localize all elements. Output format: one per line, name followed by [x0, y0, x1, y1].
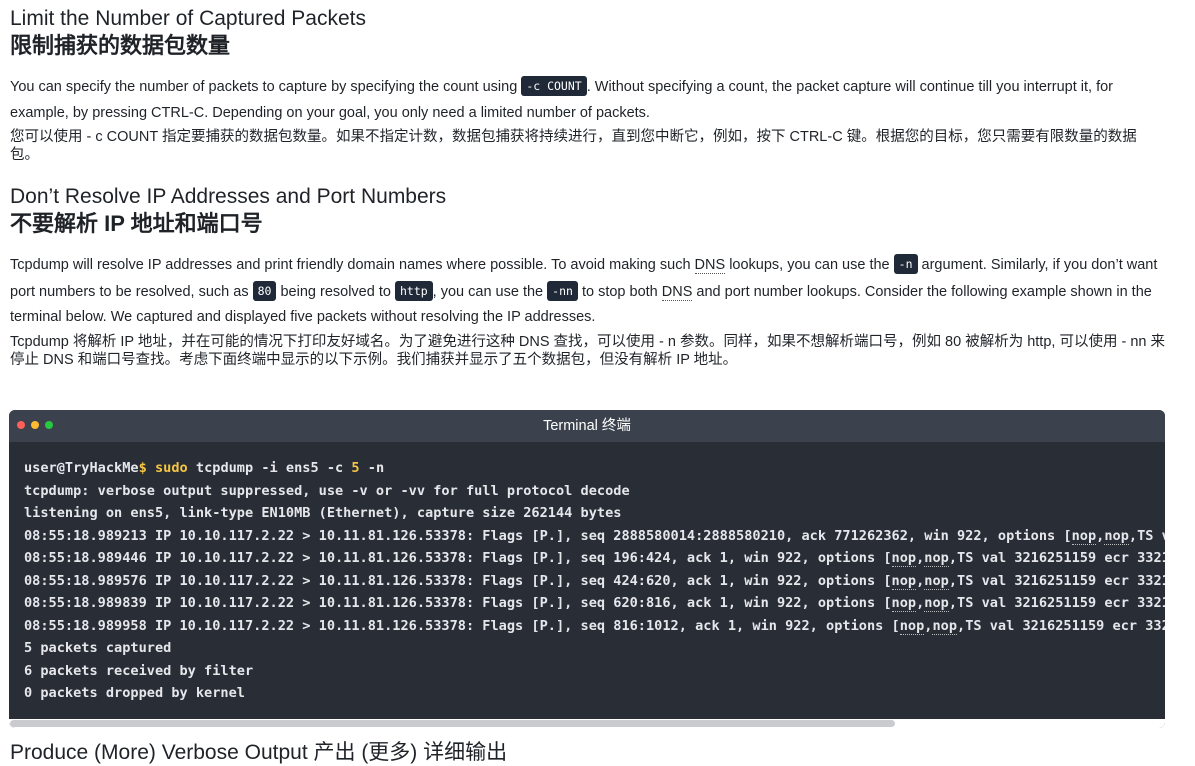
minimize-dot-icon [31, 421, 39, 429]
dns-abbr[interactable]: DNS [694, 257, 726, 274]
packet-text: ,TS val 3216251159 ecr 3321640213], leng… [948, 550, 1165, 566]
output-line: listening on ens5, link-type EN10MB (Eth… [24, 505, 622, 521]
close-dot-icon [17, 421, 25, 429]
inline-code-n: -n [893, 254, 918, 274]
section-title-partial: Produce (More) Verbose Output 产出 (更多) 详细… [10, 741, 508, 764]
nop-abbr: nop [924, 572, 949, 590]
packet-text: 08:55:18.989839 IP 10.10.117.2.22 > 10.1… [24, 595, 892, 611]
paragraph-en: You can specify the number of packets to… [10, 74, 1165, 126]
packet-line: 08:55:18.989576 IP 10.10.117.2.22 > 10.1… [24, 570, 1165, 593]
section-title-en: Limit the Number of Captured Packets [10, 7, 366, 30]
text: , you can use the [432, 283, 548, 300]
terminal-output[interactable]: user@TryHackMe$ sudo tcpdump -i ens5 -c … [9, 442, 1165, 705]
packet-line: 08:55:18.989958 IP 10.10.117.2.22 > 10.1… [24, 615, 1165, 638]
inline-code-nn: -nn [547, 280, 578, 301]
article-content: Limit the Number of Captured Packets 限制捕… [10, 0, 1165, 369]
dns-abbr[interactable]: DNS [661, 283, 693, 301]
packet-line: 08:55:18.989213 IP 10.10.117.2.22 > 10.1… [24, 525, 1165, 548]
inline-code-80: 80 [252, 280, 277, 301]
cmd-text: -n [359, 460, 385, 476]
cmd-sudo: sudo [154, 460, 188, 476]
paragraph-zh: Tcpdump 将解析 IP 地址，并在可能的情况下打印友好域名。为了避免进行这… [10, 333, 1166, 368]
packet-line: 08:55:18.989446 IP 10.10.117.2.22 > 10.1… [24, 547, 1165, 570]
paragraph-zh: 您可以使用 - c COUNT 指定要捕获的数据包数量。如果不指定计数，数据包捕… [10, 129, 1137, 163]
nop-abbr: nop [924, 550, 949, 567]
nop-abbr: nop [899, 617, 925, 635]
inline-code-count: -c COUNT [521, 76, 587, 96]
nop-abbr: nop [1104, 527, 1129, 545]
packet-text: ,TS val 3216251159 ecr 3321640213], leng… [957, 617, 1165, 634]
window-controls [17, 421, 53, 429]
terminal-title: Terminal 终端 [543, 418, 631, 434]
prompt-dollar: $ [138, 460, 147, 476]
output-line: 0 packets dropped by kernel [24, 685, 245, 701]
nop-abbr: nop [932, 617, 958, 635]
cmd-text: tcpdump -i ens5 -c [187, 460, 352, 476]
cmd-count: 5 [351, 460, 360, 476]
packet-text: ,TS val 3216251159 ecr 3321640213], leng… [1128, 527, 1165, 544]
section-dont-resolve: Don’t Resolve IP Addresses and Port Numb… [10, 184, 1165, 369]
scrollbar-thumb[interactable] [10, 720, 895, 727]
section-title-en: Don’t Resolve IP Addresses and Port Numb… [10, 185, 447, 208]
nop-abbr: nop [1071, 527, 1097, 545]
text: You can specify the number of packets to… [10, 79, 522, 95]
nop-abbr: nop [891, 572, 917, 590]
section-title-zh: 限制捕获的数据包数量 [10, 33, 231, 58]
section-title-zh: 不要解析 IP 地址和端口号 [10, 211, 263, 236]
text: being resolved to [276, 283, 395, 300]
packet-text: 08:55:18.989958 IP 10.10.117.2.22 > 10.1… [24, 617, 900, 634]
terminal-window: Terminal 终端 user@TryHackMe$ sudo tcpdump… [9, 410, 1165, 728]
output-line: tcpdump: verbose output suppressed, use … [24, 482, 630, 499]
maximize-dot-icon [45, 421, 53, 429]
inline-code-http: http [394, 280, 433, 301]
nop-abbr: nop [891, 550, 917, 567]
output-line: 5 packets captured [24, 640, 172, 656]
packet-line: 08:55:18.989839 IP 10.10.117.2.22 > 10.1… [24, 592, 1165, 615]
packet-text: 08:55:18.989576 IP 10.10.117.2.22 > 10.1… [24, 572, 892, 589]
packet-text: ,TS val 3216251159 ecr 3321640213], leng… [948, 595, 1165, 611]
packet-text: 08:55:18.989213 IP 10.10.117.2.22 > 10.1… [24, 527, 1072, 544]
packet-text: ,TS val 3216251159 ecr 3321640213], leng… [948, 572, 1165, 589]
text: lookups, you can use the [725, 257, 894, 273]
nop-abbr: nop [924, 595, 949, 612]
nop-abbr: nop [891, 595, 917, 612]
prompt-user: user@TryHackMe [24, 460, 139, 476]
terminal-title-bar: Terminal 终端 [9, 410, 1165, 442]
packet-text: 08:55:18.989446 IP 10.10.117.2.22 > 10.1… [24, 550, 892, 566]
command-line: user@TryHackMe$ sudo tcpdump -i ens5 -c … [24, 457, 1165, 480]
terminal-horizontal-scrollbar[interactable] [9, 719, 1165, 728]
text: to stop both [577, 283, 662, 300]
output-line: 6 packets received by filter [24, 662, 254, 679]
page-scrollbar-area[interactable] [1183, 0, 1195, 746]
paragraph-en: Tcpdump will resolve IP addresses and pr… [10, 252, 1165, 331]
text: Tcpdump will resolve IP addresses and pr… [10, 257, 695, 273]
section-limit-packets: Limit the Number of Captured Packets 限制捕… [10, 6, 1165, 164]
